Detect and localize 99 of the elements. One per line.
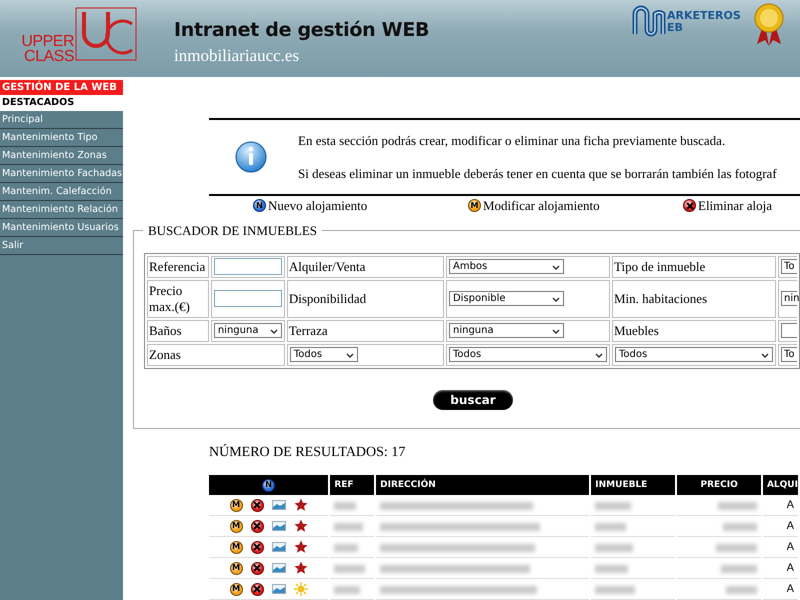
legend-text: Nuevo alojamiento	[268, 198, 368, 214]
table-cell: A	[762, 579, 798, 600]
letter-badge-icon: N	[253, 199, 266, 212]
cross-icon	[683, 199, 696, 212]
chevron-icon	[344, 350, 355, 359]
dropdown[interactable]: nin	[780, 291, 797, 306]
blurred-text	[718, 502, 757, 510]
sidebar-item[interactable]: Mantenimiento Relación	[0, 201, 123, 219]
sidebar-heading: GESTIÓN DE LA WEB	[0, 80, 123, 95]
sidebar-item[interactable]: Mantenimiento Usuarios	[0, 219, 123, 237]
table-cell: A	[762, 516, 798, 537]
site-subtitle: inmobiliariaucc.es	[174, 46, 300, 66]
dropdown[interactable]: Todos	[448, 347, 607, 362]
dropdown[interactable]: Todos	[290, 347, 358, 362]
field-label: Tipo de inmueble	[612, 256, 776, 278]
blurred-text	[716, 544, 757, 552]
image-icon	[272, 521, 286, 531]
chevron-icon	[550, 326, 561, 335]
blurred-text	[595, 544, 634, 552]
sidebar-item[interactable]: Mantenim. Calefacción	[0, 183, 123, 201]
blurred-text	[595, 523, 626, 532]
sidebar-item[interactable]: Salir	[0, 237, 123, 255]
dropdown[interactable]: Disponible	[448, 291, 564, 306]
field-label: Min. habitaciones	[612, 280, 776, 318]
cross-icon	[250, 540, 264, 554]
seal-badge-icon	[754, 2, 784, 46]
column-header: PRECIO	[677, 475, 761, 495]
dropdown[interactable]: To	[780, 259, 797, 274]
image-icon	[272, 500, 286, 510]
sidebar-item[interactable]: Principal	[0, 111, 123, 129]
letter-badge-icon: M	[230, 498, 243, 512]
blurred-text	[334, 565, 366, 574]
site-title: Intranet de gestión WEB	[174, 18, 430, 42]
letter-badge-icon: M	[468, 199, 481, 212]
table-cell: A	[762, 537, 798, 558]
column-header: DIRECCIÓN	[376, 475, 590, 495]
letter-badge-icon: M	[230, 582, 243, 596]
legend-text: Modificar alojamiento	[483, 198, 600, 214]
column-header: ALQUI	[762, 475, 798, 495]
logo-text: UPPER	[21, 34, 74, 49]
blurred-text	[334, 523, 364, 532]
image-icon	[272, 542, 286, 552]
image-icon	[272, 563, 286, 573]
letter-badge-icon: M	[230, 562, 243, 574]
sidebar-item[interactable]: Mantenimiento Fachadas	[0, 165, 123, 183]
letter-badge-icon: M	[230, 520, 243, 532]
chevron-icon	[594, 350, 604, 359]
blurred-text	[334, 586, 360, 594]
chevron-icon	[550, 262, 561, 271]
field-label: Disponibilidad	[286, 280, 444, 318]
input-field[interactable]	[780, 323, 797, 338]
blurred-text	[595, 565, 628, 574]
blurred-text	[595, 502, 632, 510]
chevron-icon	[550, 294, 561, 303]
column-header: INMUEBLE	[591, 475, 676, 495]
letter-badge-icon: M	[230, 540, 243, 554]
blurred-text	[334, 502, 356, 510]
blurred-text	[722, 523, 757, 532]
chevron-icon	[760, 350, 770, 359]
sidebar-item[interactable]: Mantenimiento Tipo	[0, 129, 123, 147]
letter-badge-icon: N	[262, 478, 276, 492]
blurred-text	[334, 544, 358, 552]
blurred-text	[720, 565, 757, 574]
table-cell: A	[762, 495, 798, 516]
dropdown[interactable]: To	[780, 347, 797, 362]
results-count: NÚMERO DE RESULTADOS: 17	[209, 445, 406, 461]
dropdown[interactable]: Todos	[614, 347, 773, 362]
field-label: Referencia	[147, 256, 209, 278]
dropdown[interactable]: Ambos	[448, 259, 564, 274]
field-label: Baños	[147, 320, 209, 342]
field-label: Zonas	[147, 344, 285, 366]
logo-text: CLASS	[24, 49, 74, 64]
input-field[interactable]	[214, 290, 282, 308]
info-icon	[234, 140, 268, 174]
logo-text: ARKETEROS	[667, 10, 741, 22]
blurred-text	[595, 586, 636, 594]
search-button[interactable]: buscar	[433, 390, 513, 410]
sidebar-item[interactable]: DESTACADOS	[0, 95, 123, 111]
chevron-icon	[268, 326, 279, 335]
table-cell: A	[762, 558, 798, 579]
column-header: REF	[330, 475, 374, 495]
logo-text: EB	[667, 22, 684, 34]
input-field[interactable]	[214, 258, 282, 276]
cross-icon	[250, 520, 264, 532]
blurred-text	[726, 586, 757, 594]
field-label: Precio max.(€)	[147, 280, 209, 318]
info-text: Si deseas eliminar un inmueble deberás tener en cuenta que se borrarán también las fotograf	[298, 166, 778, 181]
dropdown[interactable]: ninguna	[448, 323, 564, 338]
legend-text: Eliminar aloja	[698, 198, 772, 214]
cross-icon	[250, 582, 264, 596]
field-label: Muebles	[612, 320, 776, 342]
field-label: Alquiler/Venta	[286, 256, 444, 278]
info-text: En esta sección podrás crear, modificar o eliminar una ficha previamente buscada.	[298, 132, 726, 148]
cross-icon	[250, 498, 264, 512]
dropdown[interactable]: ninguna	[214, 323, 282, 338]
image-icon	[272, 584, 286, 594]
field-label: Terraza	[286, 320, 444, 342]
sidebar-item[interactable]: Mantenimiento Zonas	[0, 147, 123, 165]
cross-icon	[250, 562, 264, 574]
